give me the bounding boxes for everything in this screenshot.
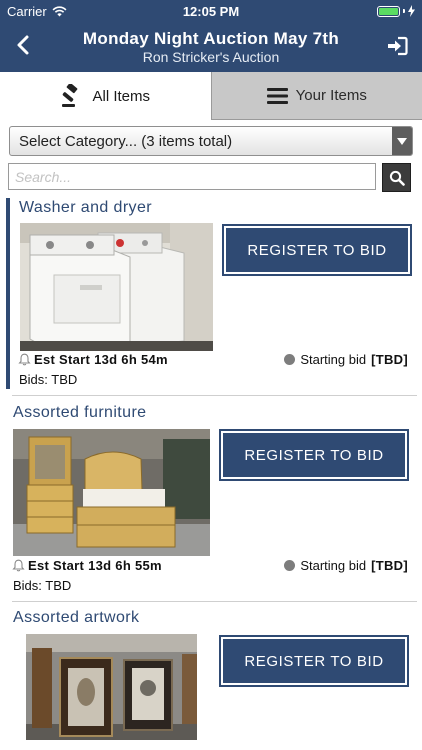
estimated-start-text: Est Start 13d 6h 54m [34,352,168,367]
bids-count: Bids: TBD [13,578,72,593]
item-photo[interactable] [20,223,213,351]
selected-indicator [6,198,10,389]
search-button[interactable] [382,163,411,192]
page-subtitle: Ron Stricker's Auction [142,49,280,65]
gavel-icon [62,84,78,107]
register-to-bid-button[interactable]: REGISTER TO BID [222,224,412,276]
tab-all-items-label: All Items [92,87,150,105]
list-icon [266,87,288,104]
page-title: Monday Night Auction May 7th [82,29,340,48]
auction-item: Washer and dryer REGISTER TO BID Est Sta… [0,198,422,394]
item-title: Assorted artwork [13,609,140,626]
search-input[interactable] [8,163,376,190]
item-title: Assorted furniture [13,404,147,421]
item-divider [12,395,417,396]
status-dot-icon [284,354,296,365]
starting-bid-label: Starting bid [300,558,367,573]
bell-icon [18,353,31,366]
estimated-start-text: Est Start 13d 6h 55m [28,558,162,573]
estimated-start: Est Start 13d 6h 54m [18,352,168,367]
charging-icon [408,5,415,17]
battery-icon [377,5,415,17]
item-photo[interactable] [13,429,210,556]
bell-icon [12,559,25,572]
register-to-bid-button[interactable]: REGISTER TO BID [219,429,409,481]
category-select-value: Select Category... (3 items total) [19,132,233,150]
status-dot-icon [284,560,296,571]
auction-item: Assorted furniture REGISTER TO BID Est S… [0,403,422,599]
navigation-header: Carrier 12:05 PM Monday Night Auction Ma… [0,0,422,72]
register-to-bid-button[interactable]: REGISTER TO BID [219,635,409,687]
item-photo[interactable] [26,634,197,740]
bids-count: Bids: TBD [19,372,78,387]
status-bar: Carrier 12:05 PM [0,0,422,22]
tab-your-items-label: Your Items [295,87,367,104]
search-icon [389,170,405,186]
auction-item: Assorted artwork REGISTER TO BID [0,608,422,750]
estimated-start: Est Start 13d 6h 55m [12,558,162,573]
dropdown-arrow-icon[interactable] [392,127,412,155]
tab-bar: All Items Your Items [0,72,422,120]
item-divider [12,601,417,602]
item-title: Washer and dryer [19,199,152,216]
clock: 12:05 PM [182,4,240,19]
starting-bid-value: [TBD] [371,352,408,367]
category-select[interactable]: Select Category... (3 items total) [9,126,413,156]
starting-bid-value: [TBD] [371,558,408,573]
back-chevron-icon[interactable] [14,34,34,56]
starting-bid-label: Starting bid [300,352,367,367]
starting-bid: Starting bid [TBD] [284,352,408,367]
tab-your-items[interactable]: Your Items [211,72,422,120]
starting-bid: Starting bid [TBD] [284,558,408,573]
tab-all-items[interactable]: All Items [0,72,212,120]
sign-in-icon[interactable] [386,36,408,56]
